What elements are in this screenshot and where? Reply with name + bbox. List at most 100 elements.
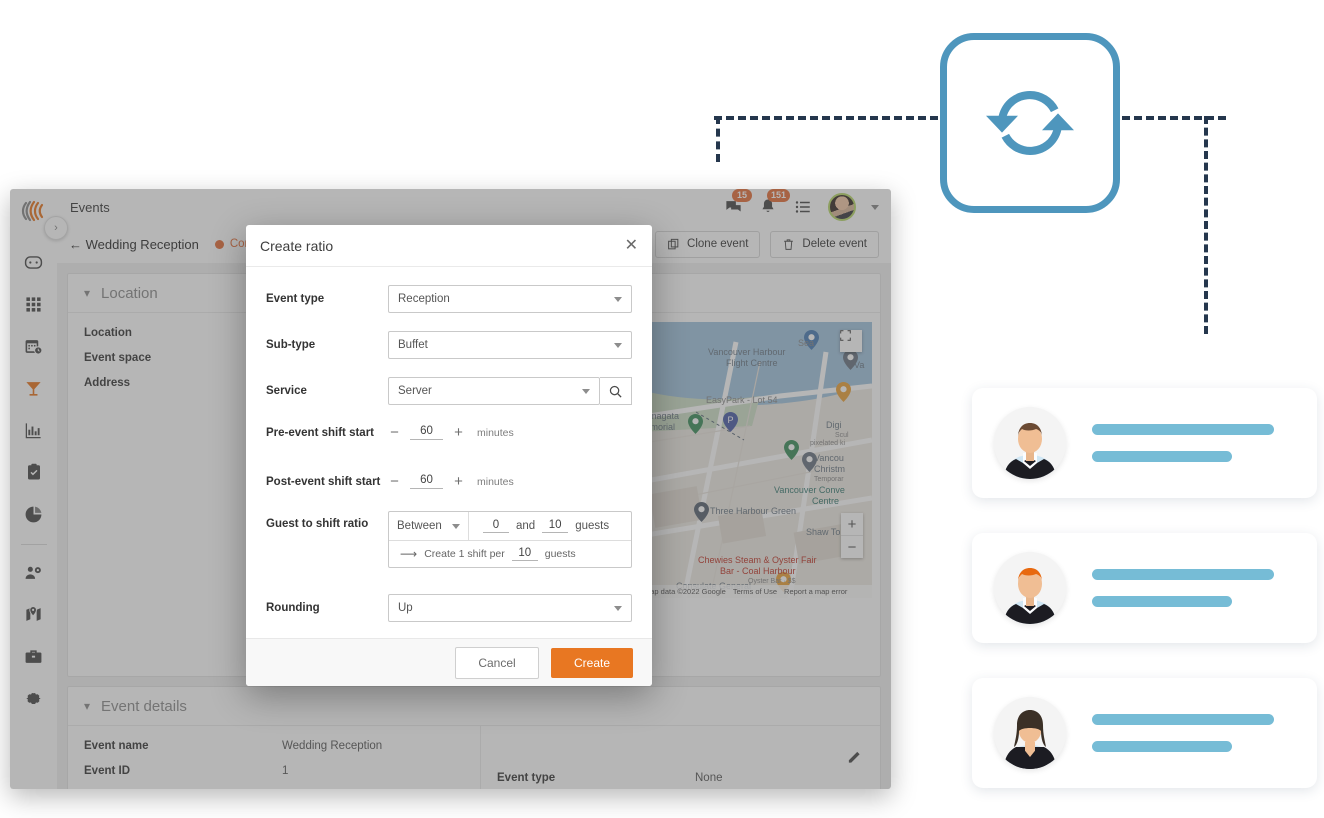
breadcrumb-label: Wedding Reception <box>85 236 199 252</box>
sub-type-value: Buffet <box>398 339 428 351</box>
sidebar-item-dashboard[interactable] <box>23 251 45 273</box>
list-item[interactable] <box>972 678 1317 788</box>
guest-ratio-rule-prefix: Create 1 shift per <box>424 548 505 560</box>
list-item[interactable] <box>972 533 1317 643</box>
messages-badge: 15 <box>732 189 753 202</box>
dialog-body: Event type Reception Sub-type Buffet Ser… <box>246 267 652 640</box>
sidebar-item-reports[interactable] <box>23 419 45 441</box>
sidebar-item-team[interactable] <box>23 561 45 583</box>
map-zoom-in-button[interactable]: + <box>841 513 863 536</box>
list-button[interactable] <box>793 197 813 217</box>
sidebar-item-events[interactable] <box>23 377 45 399</box>
guest-ratio-mode-select[interactable]: Between <box>389 512 469 540</box>
sub-type-row: Sub-type Buffet <box>266 331 632 359</box>
delete-event-button[interactable]: Delete event <box>770 230 879 258</box>
sidebar-item-locations[interactable] <box>23 603 45 625</box>
post-event-input[interactable]: 60 <box>410 474 443 489</box>
clone-event-label: Clone event <box>687 238 749 250</box>
map-report-link[interactable]: Report a map error <box>784 587 847 596</box>
sidebar-item-settings[interactable] <box>23 687 45 709</box>
sidebar-item-tasks[interactable] <box>23 461 45 483</box>
sidebar-item-jobs[interactable] <box>23 645 45 667</box>
event-id-value: 1 <box>282 765 289 777</box>
service-select[interactable]: Server <box>388 377 600 405</box>
map-pin-park-2 <box>784 440 799 460</box>
avatar[interactable] <box>828 193 856 221</box>
event-details-right-fields: Event type None <box>481 726 880 789</box>
guest-ratio-range: 0 and 10 guests <box>469 519 609 533</box>
guest-ratio-from-input[interactable]: 0 <box>483 519 509 533</box>
list-item[interactable] <box>972 388 1317 498</box>
map-zoom-controls[interactable]: + − <box>841 513 863 558</box>
location-map[interactable]: P Vancouver Harbour Flight Centre EasyPa… <box>640 322 872 598</box>
placeholder-line-short <box>1092 596 1232 607</box>
sub-type-select[interactable]: Buffet <box>388 331 632 359</box>
event-name-value: Wedding Reception <box>282 740 383 752</box>
pre-event-stepper: − 60 + minutes <box>388 425 514 440</box>
table-row: Event type None <box>497 772 880 784</box>
service-search-button[interactable] <box>600 377 632 405</box>
guest-ratio-to-input[interactable]: 10 <box>542 519 569 533</box>
map-label-2: EasyPark - Lot 54 <box>706 395 778 405</box>
event-details-left-fields: Event name Wedding Reception Event ID 1 … <box>68 726 480 789</box>
sidebar-item-schedule[interactable] <box>23 335 45 357</box>
bar-chart-icon <box>25 422 41 438</box>
chevron-down-icon[interactable] <box>871 204 879 210</box>
post-event-decrement-button[interactable]: − <box>388 474 401 489</box>
sync-refresh-badge <box>940 33 1120 213</box>
chevron-down-icon <box>614 605 622 611</box>
service-value: Server <box>398 385 432 397</box>
map-label-22: Va <box>854 360 865 370</box>
event-details-header[interactable]: ▾ Event details <box>68 687 880 726</box>
sidebar-collapse-button[interactable]: › <box>44 216 68 240</box>
map-zoom-out-button[interactable]: − <box>841 536 863 558</box>
clone-event-button[interactable]: Clone event <box>655 230 761 258</box>
guest-ratio-control: Between 0 and 10 guests ⟶ Create 1 shift… <box>388 511 632 568</box>
event-type-row: Event type Reception <box>266 285 632 313</box>
sidebar-divider <box>20 544 47 545</box>
status-dot <box>214 239 224 249</box>
guest-ratio-rule: ⟶ Create 1 shift per 10 guests <box>389 541 631 567</box>
event-type-select[interactable]: Reception <box>388 285 632 313</box>
sidebar-item-analytics[interactable] <box>23 503 45 525</box>
connector-left-vertical <box>716 116 720 162</box>
messages-button[interactable]: 15 <box>723 189 753 217</box>
map-pin-restaurant-1 <box>836 382 851 402</box>
map-label-15: Chewies Steam & Oyster Fair <box>698 555 817 565</box>
notifications-badge: 151 <box>767 189 791 202</box>
cancel-button[interactable]: Cancel <box>455 646 539 679</box>
notifications-button[interactable]: 151 <box>758 189 791 217</box>
event-details-right-column: Event type None <box>481 726 880 789</box>
pre-event-row: Pre-event shift start − 60 + minutes <box>266 425 632 440</box>
post-event-increment-button[interactable]: + <box>452 474 465 489</box>
map-fullscreen-button[interactable] <box>840 330 862 352</box>
stage: › Events 15 151 ← Wedding Reception Clon… <box>0 0 1324 818</box>
chevron-down-icon <box>452 523 460 529</box>
close-icon[interactable]: ✕ <box>625 237 638 254</box>
pre-event-increment-button[interactable]: + <box>452 425 465 440</box>
topbar-actions: 15 151 <box>723 189 891 221</box>
pre-event-decrement-button[interactable]: − <box>388 425 401 440</box>
post-event-label: Post-event shift start <box>266 475 381 488</box>
dialog-footer: Cancel Create <box>246 638 652 686</box>
map-terms-link[interactable]: Terms of Use <box>733 587 777 596</box>
rounding-select[interactable]: Up <box>388 594 632 622</box>
sidebar-item-apps[interactable] <box>23 293 45 315</box>
chevron-right-icon: › <box>54 222 58 234</box>
pre-event-input[interactable]: 60 <box>410 425 443 440</box>
grid-icon <box>26 296 41 312</box>
location-card-title: Location <box>101 284 158 302</box>
guest-ratio-rule-input[interactable]: 10 <box>511 547 538 561</box>
create-button[interactable]: Create <box>551 647 633 678</box>
map-pin-icon <box>26 605 41 621</box>
gauge-icon <box>24 255 43 269</box>
chevron-down-icon: ▾ <box>84 699 91 713</box>
event-type-value: Reception <box>398 293 450 305</box>
breadcrumb-back[interactable]: ← Wedding Reception <box>69 237 199 252</box>
search-icon <box>609 385 622 398</box>
pencil-icon[interactable] <box>847 750 862 765</box>
event-type-value: None <box>695 772 723 784</box>
map-label-8: Vancou <box>814 453 844 463</box>
map-label-1: Flight Centre <box>726 358 778 368</box>
placeholder-line-short <box>1092 451 1232 462</box>
